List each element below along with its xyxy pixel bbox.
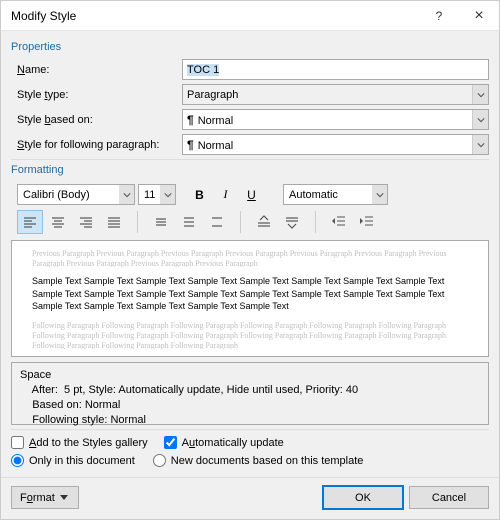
only-this-document-radio[interactable]: Only in this document — [11, 454, 135, 467]
dialog-footer: Format OK Cancel — [1, 477, 499, 519]
align-right-button[interactable] — [73, 210, 99, 234]
line-spacing-2-button[interactable] — [204, 210, 230, 234]
based-on-label: Style based on: — [11, 114, 176, 126]
ok-button[interactable]: OK — [323, 486, 403, 509]
style-type-label: Style type: — [11, 89, 176, 101]
based-on-dropdown[interactable]: ¶Normal — [182, 109, 489, 130]
new-documents-radio[interactable]: New documents based on this template — [153, 454, 364, 467]
desc-line: After: 5 pt, Style: Automatically update… — [20, 383, 480, 398]
preview-box: Previous Paragraph Previous Paragraph Pr… — [11, 240, 489, 357]
toolbar-separator — [315, 211, 316, 233]
following-label: Style for following paragraph: — [11, 139, 176, 151]
align-justify-button[interactable] — [101, 210, 127, 234]
increase-indent-button[interactable] — [354, 210, 380, 234]
modify-style-dialog: Modify Style ? × Properties Name: TOC 1 … — [0, 0, 500, 520]
dropdown-arrow-icon — [60, 495, 68, 501]
paragraph-toolbar — [11, 208, 489, 240]
desc-line: Based on: Normal — [20, 398, 480, 413]
cancel-button[interactable]: Cancel — [409, 486, 489, 509]
add-to-gallery-checkbox[interactable]: Add to the Styles gallery — [11, 436, 148, 449]
radio-row: Only in this document New documents base… — [1, 451, 499, 471]
preview-sample-text: Sample Text Sample Text Sample Text Samp… — [32, 275, 468, 313]
align-center-button[interactable] — [45, 210, 71, 234]
following-dropdown[interactable]: ¶Normal — [182, 134, 489, 155]
preview-following-text: Following Paragraph Following Paragraph … — [32, 321, 468, 349]
space-before-up-button[interactable] — [251, 210, 277, 234]
name-label: Name: — [11, 64, 176, 76]
checkbox-row: Add to the Styles gallery Automatically … — [1, 434, 499, 451]
align-left-button[interactable] — [17, 210, 43, 234]
underline-button[interactable]: U — [240, 184, 263, 205]
formatting-section-label: Formatting — [11, 164, 489, 176]
chevron-down-icon — [372, 185, 387, 204]
chevron-down-icon — [472, 85, 488, 104]
decrease-indent-button[interactable] — [326, 210, 352, 234]
style-description: Space After: 5 pt, Style: Automatically … — [11, 362, 489, 425]
help-button[interactable]: ? — [419, 1, 459, 31]
font-size-dropdown[interactable]: 11 — [138, 184, 176, 205]
chevron-down-icon — [160, 185, 175, 204]
line-spacing-1.5-button[interactable] — [176, 210, 202, 234]
name-input[interactable]: TOC 1 — [182, 59, 489, 80]
chevron-down-icon — [472, 110, 488, 129]
font-family-dropdown[interactable]: Calibri (Body) — [17, 184, 135, 205]
close-button[interactable]: × — [459, 1, 499, 31]
dialog-content: Properties Name: TOC 1 Style type: Parag… — [1, 31, 499, 240]
toolbar-separator — [137, 211, 138, 233]
desc-line: Space — [20, 368, 480, 383]
chevron-down-icon — [119, 185, 134, 204]
style-type-dropdown[interactable]: Paragraph — [182, 84, 489, 105]
line-spacing-1-button[interactable] — [148, 210, 174, 234]
format-menu-button[interactable]: Format — [11, 486, 79, 509]
chevron-down-icon — [472, 135, 488, 154]
font-color-dropdown[interactable]: Automatic — [283, 184, 388, 205]
bold-button[interactable]: B — [188, 184, 211, 205]
titlebar: Modify Style ? × — [1, 1, 499, 31]
font-toolbar: Calibri (Body) 11 B I U Automatic — [11, 182, 489, 208]
dialog-title: Modify Style — [11, 9, 419, 23]
auto-update-checkbox[interactable]: Automatically update — [164, 436, 284, 449]
toolbar-separator — [240, 211, 241, 233]
space-before-down-button[interactable] — [279, 210, 305, 234]
properties-section-label: Properties — [11, 41, 489, 53]
italic-button[interactable]: I — [214, 184, 237, 205]
preview-previous-text: Previous Paragraph Previous Paragraph Pr… — [32, 249, 468, 267]
desc-line: Following style: Normal — [20, 413, 480, 428]
